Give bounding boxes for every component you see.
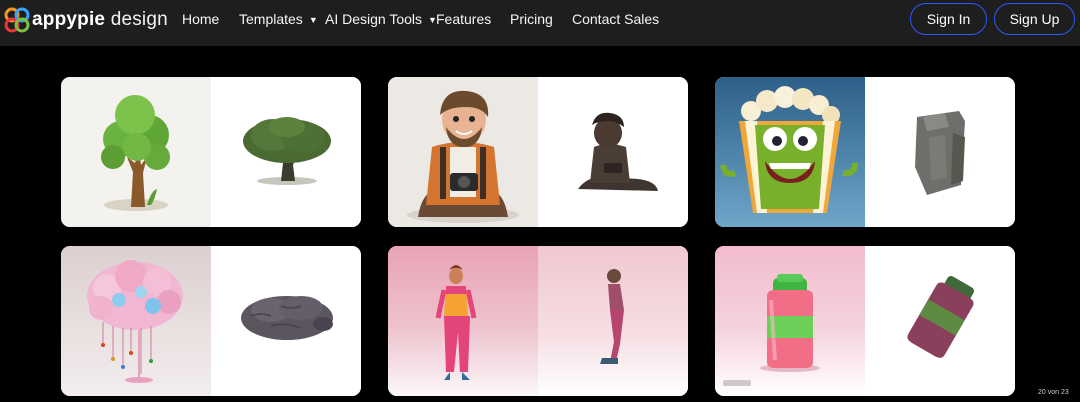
top-navbar: appypie design Home Templates ▼ AI Desig…: [0, 0, 1080, 46]
nav-contact-sales[interactable]: Contact Sales: [572, 11, 659, 27]
popcorn-character-image: [715, 77, 865, 227]
brand-wordmark: appypie design: [32, 9, 168, 30]
gallery-card-woman[interactable]: [388, 246, 688, 396]
nav-templates[interactable]: Templates ▼: [239, 11, 318, 27]
woman-3d-model: [538, 246, 688, 396]
character-3d-model: [538, 77, 688, 227]
photographer-character-image: [388, 77, 538, 227]
sign-in-button[interactable]: Sign In: [910, 3, 987, 35]
gallery-card-popcorn[interactable]: [715, 77, 1015, 227]
gallery-card-jar[interactable]: [715, 246, 1015, 396]
nav-home[interactable]: Home: [182, 11, 219, 27]
brand-logo[interactable]: appypie design: [4, 6, 168, 34]
sign-up-button[interactable]: Sign Up: [994, 3, 1075, 35]
chevron-down-icon: ▼: [308, 14, 318, 25]
gallery-card-photographer[interactable]: [388, 77, 688, 227]
nav-features[interactable]: Features: [436, 11, 491, 27]
jar-3d-model: [865, 246, 1015, 396]
jar-image: [715, 246, 865, 396]
tree-3d-model: [211, 77, 361, 227]
page-counter: 20 von 23: [1038, 389, 1069, 396]
brain-cloud-image: [61, 246, 211, 396]
gallery-card-brain[interactable]: [61, 246, 361, 396]
popcorn-3d-model: [865, 77, 1015, 227]
nav-pricing[interactable]: Pricing: [510, 11, 553, 27]
brain-3d-model: [211, 246, 361, 396]
gallery-card-tree[interactable]: [61, 77, 361, 227]
tree-image: [61, 77, 211, 227]
appypie-logo-icon: [4, 7, 30, 33]
standing-woman-image: [388, 246, 538, 396]
nav-ai-design-tools[interactable]: AI Design Tools ▼: [325, 11, 437, 27]
